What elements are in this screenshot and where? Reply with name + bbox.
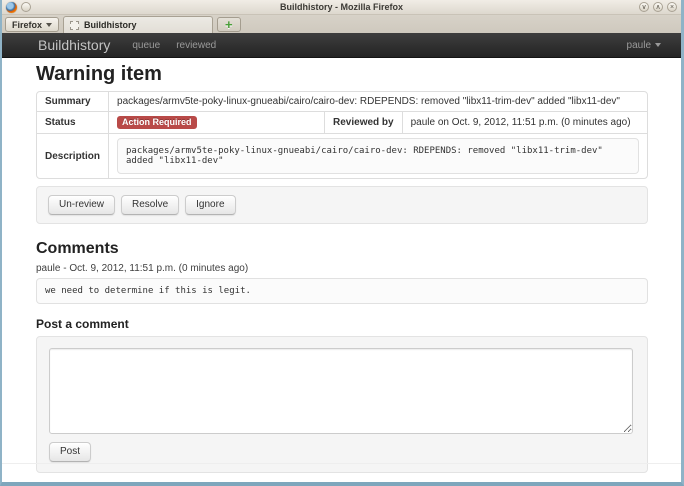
comments-heading: Comments <box>36 240 648 258</box>
titlebar-menu-button[interactable] <box>21 2 31 12</box>
tab-favicon <box>70 21 79 30</box>
page-content: Warning item Summary packages/armv5te-po… <box>2 58 681 482</box>
summary-label: Summary <box>37 92 108 111</box>
chevron-down-icon <box>655 43 661 47</box>
page-title: Warning item <box>36 62 648 86</box>
ignore-button[interactable]: Ignore <box>185 195 235 215</box>
nav-link-reviewed[interactable]: reviewed <box>176 40 216 51</box>
close-button[interactable]: × <box>667 2 677 12</box>
post-comment-form: Post <box>36 336 648 473</box>
nav-link-queue[interactable]: queue <box>132 40 160 51</box>
summary-value: packages/armv5te-poky-linux-gnueabi/cair… <box>108 92 647 111</box>
post-comment-heading: Post a comment <box>36 317 648 331</box>
table-row-status: Status Action Required Reviewed by paule… <box>37 111 647 133</box>
plus-icon: + <box>225 18 233 31</box>
warning-details-table: Summary packages/armv5te-poky-linux-gnue… <box>36 91 648 179</box>
comment-meta: paule - Oct. 9, 2012, 11:51 p.m. (0 minu… <box>36 263 648 274</box>
chevron-down-icon <box>46 23 52 27</box>
comment-item: paule - Oct. 9, 2012, 11:51 p.m. (0 minu… <box>36 263 648 304</box>
resolve-button[interactable]: Resolve <box>121 195 179 215</box>
tab-strip: Firefox Buildhistory + <box>2 15 681 33</box>
footer-divider <box>2 463 681 464</box>
tab-buildhistory[interactable]: Buildhistory <box>63 16 213 33</box>
post-button[interactable]: Post <box>49 442 91 462</box>
tab-label: Buildhistory <box>84 20 137 30</box>
new-tab-button[interactable]: + <box>217 17 241 32</box>
firefox-menu-button[interactable]: Firefox <box>5 17 59 32</box>
navbar-brand[interactable]: Buildhistory <box>38 37 110 53</box>
description-code: packages/armv5te-poky-linux-gnueabi/cair… <box>117 138 639 174</box>
firefox-menu-label: Firefox <box>12 20 42 30</box>
app-navbar: Buildhistory queue reviewed paule <box>2 33 681 58</box>
review-actions: Un-review Resolve Ignore <box>36 186 648 224</box>
comment-textarea[interactable] <box>49 348 633 434</box>
table-row-summary: Summary packages/armv5te-poky-linux-gnue… <box>37 92 647 111</box>
comment-body: we need to determine if this is legit. <box>36 278 648 304</box>
maximize-button[interactable]: ∧ <box>653 2 663 12</box>
browser-window: Buildhistory - Mozilla Firefox ∨ ∧ × Fir… <box>0 0 684 486</box>
table-row-description: Description packages/armv5te-poky-linux-… <box>37 133 647 178</box>
window-title: Buildhistory - Mozilla Firefox <box>2 2 681 12</box>
reviewed-by-label: Reviewed by <box>324 111 402 133</box>
reviewed-by-value: paule on Oct. 9, 2012, 11:51 p.m. (0 min… <box>402 111 647 133</box>
status-badge: Action Required <box>117 116 197 129</box>
firefox-logo-icon <box>6 2 17 13</box>
unreview-button[interactable]: Un-review <box>48 195 115 215</box>
description-label: Description <box>37 133 108 178</box>
user-menu[interactable]: paule <box>627 40 661 51</box>
minimize-button[interactable]: ∨ <box>639 2 649 12</box>
user-name: paule <box>627 40 651 51</box>
titlebar[interactable]: Buildhistory - Mozilla Firefox ∨ ∧ × <box>2 0 681 15</box>
status-label: Status <box>37 111 108 133</box>
